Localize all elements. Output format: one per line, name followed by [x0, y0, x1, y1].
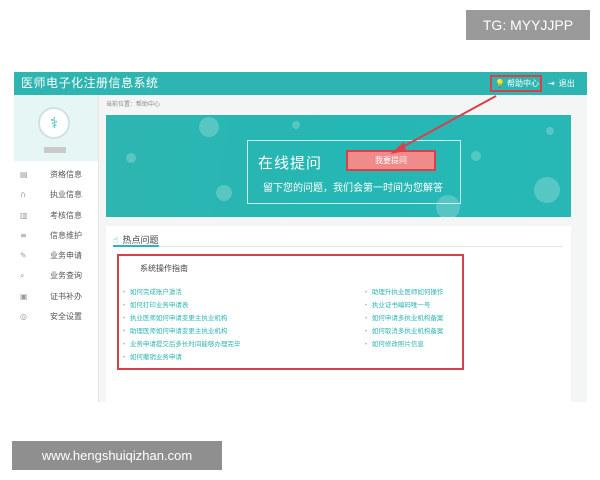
watermark-bottom: www.hengshuiqizhan.com: [12, 441, 222, 470]
app-window: 医师电子化注册信息系统 💡 帮助中心 ⇥ 退出 ⚕ ▤ 资格信息 ∩ 执业信息 ▥ 考核信…: [14, 72, 587, 402]
annotation-arrow: [390, 95, 497, 154]
watermark-top: TG: MYYJJPP: [466, 10, 590, 40]
